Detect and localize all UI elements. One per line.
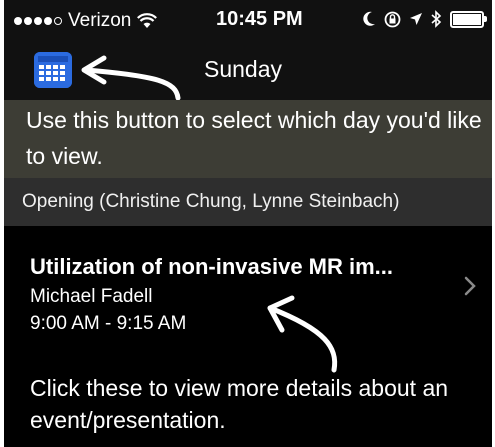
- event-speaker: Michael Fadell: [30, 286, 153, 307]
- event-row[interactable]: Utilization of non-invasive MR im... Mic…: [4, 226, 492, 447]
- chevron-right-icon: [464, 276, 476, 296]
- event-title: Utilization of non-invasive MR im...: [30, 254, 394, 279]
- wifi-icon: [137, 13, 158, 28]
- carrier-label: Verizon: [68, 10, 132, 31]
- calendar-button[interactable]: [34, 52, 72, 88]
- app-screen: Verizon 10:45 PM Sunday Use this button …: [4, 0, 492, 447]
- status-right: [362, 10, 487, 28]
- event-details-instruction: Click these to view more details about a…: [30, 375, 449, 433]
- calendar-icon: [34, 52, 72, 88]
- arrow-to-event-icon: [267, 295, 338, 373]
- rotation-lock-icon: [384, 11, 401, 27]
- bluetooth-icon: [431, 10, 442, 28]
- status-left: Verizon: [14, 10, 158, 32]
- section-header: Opening (Christine Chung, Lynne Steinbac…: [4, 178, 492, 226]
- status-time: 10:45 PM: [216, 8, 303, 30]
- select-day-instruction: Use this button to select which day you'…: [4, 100, 492, 178]
- event-time: 9:00 AM - 9:15 AM: [30, 313, 187, 334]
- battery-icon: [450, 10, 487, 28]
- moon-icon: [363, 11, 375, 26]
- status-bar: Verizon 10:45 PM: [4, 0, 492, 38]
- arrow-to-calendar-icon: [81, 55, 181, 101]
- location-icon: [410, 13, 422, 25]
- page-title: Sunday: [204, 56, 283, 82]
- signal-strength-icon: [14, 17, 62, 25]
